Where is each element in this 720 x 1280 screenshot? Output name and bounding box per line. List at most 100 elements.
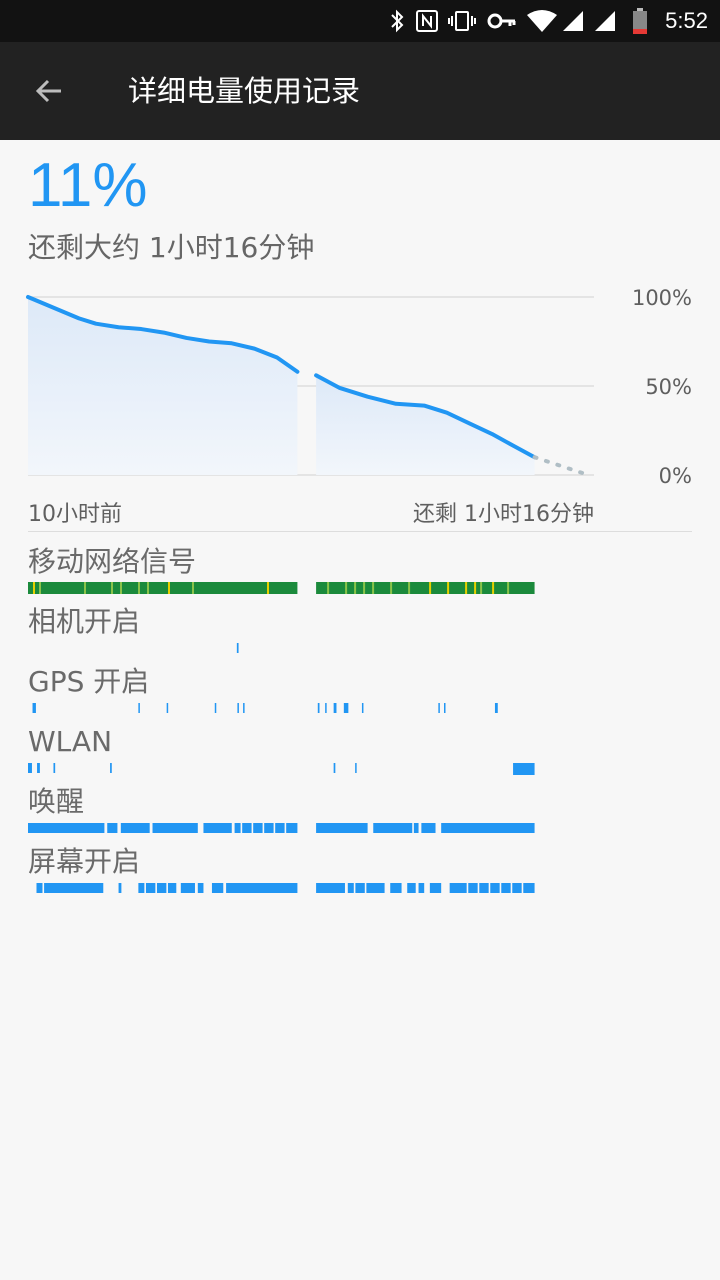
signal-variation — [84, 582, 86, 594]
track-event — [355, 763, 357, 773]
page-title: 详细电量使用记录 — [128, 74, 361, 108]
track-label: WLAN — [28, 725, 113, 758]
track-event — [237, 703, 239, 713]
track-label: GPS 开启 — [28, 665, 150, 698]
back-arrow-icon — [35, 79, 61, 103]
y-tick-label: 50% — [645, 375, 692, 399]
vibrate-icon — [446, 0, 478, 42]
track-event — [138, 883, 177, 893]
track-event-gap — [466, 883, 469, 893]
vpn-key-icon — [486, 0, 518, 42]
track-event — [444, 703, 446, 713]
track-event — [421, 823, 436, 833]
track-event-gap — [273, 823, 276, 833]
series-area — [28, 297, 298, 475]
track-event — [118, 883, 122, 893]
signal-variation — [192, 582, 194, 594]
track-event — [138, 703, 140, 713]
signal-variation — [447, 582, 450, 594]
app-bar: 详细电量使用记录 — [0, 42, 720, 140]
track-event-gap — [488, 883, 491, 893]
track-bar — [36, 883, 535, 893]
x-axis-end-label: 还剩 1小时16分钟 — [413, 502, 594, 527]
y-tick-label: 100% — [632, 286, 692, 310]
track-event — [53, 763, 56, 773]
bluetooth-icon — [386, 0, 408, 42]
signal-variation — [111, 582, 113, 594]
track-event — [120, 823, 150, 833]
signal-icon — [592, 0, 618, 42]
track-event — [513, 763, 535, 775]
track-bar — [236, 643, 239, 653]
track-event — [333, 763, 336, 773]
signal-variation — [354, 582, 357, 594]
track-event-gap — [262, 823, 265, 833]
signal-variation — [120, 582, 122, 594]
track-event — [441, 823, 535, 833]
signal-variation — [429, 582, 432, 594]
track-event — [407, 883, 416, 893]
track-event-gap — [42, 883, 45, 893]
track-event-gap — [412, 823, 414, 833]
track-event-gap — [477, 883, 480, 893]
back-button[interactable] — [22, 64, 76, 118]
battery-low-icon — [628, 0, 652, 42]
track-label: 相机开启 — [28, 605, 141, 638]
signal-variation — [168, 582, 170, 594]
track-event — [438, 703, 440, 713]
track-event — [390, 883, 402, 893]
signal-variation — [138, 582, 140, 594]
track-event — [28, 823, 105, 833]
track-event — [197, 883, 204, 893]
signal-variation — [327, 582, 330, 594]
track-event — [166, 703, 169, 713]
remaining-time: 还剩大约 1小时16分钟 — [28, 231, 315, 264]
track-event-gap — [251, 823, 254, 833]
y-tick-label: 0% — [659, 464, 692, 488]
track-event — [32, 703, 36, 713]
track-event — [361, 703, 364, 713]
signal-variation — [39, 582, 41, 594]
track-event-gap — [521, 883, 524, 893]
track-event — [211, 883, 224, 893]
signal-variation — [267, 582, 269, 594]
signal-variation — [465, 582, 468, 594]
track-label: 移动网络信号 — [28, 545, 197, 578]
track-event-gap — [144, 883, 146, 893]
status-bar: 5:52 — [0, 0, 720, 42]
signal-variation — [480, 582, 483, 594]
signal-segment — [316, 582, 535, 594]
track-event — [316, 823, 368, 833]
nfc-icon — [414, 0, 440, 42]
track-event — [234, 823, 298, 833]
track-event — [343, 703, 349, 713]
track-event — [333, 703, 337, 713]
track-event-gap — [510, 883, 513, 893]
track-event — [226, 883, 298, 893]
track-event — [494, 703, 498, 713]
track-event — [214, 703, 217, 713]
track-bar — [28, 763, 535, 775]
signal-variation — [33, 582, 35, 594]
signal-variation — [390, 582, 393, 594]
status-time: 5:52 — [665, 8, 708, 33]
signal-variation — [372, 582, 375, 594]
signal-variation — [492, 582, 495, 594]
track-event — [110, 763, 112, 773]
track-event — [418, 883, 425, 893]
track-event — [37, 763, 40, 773]
divider — [28, 531, 692, 532]
track-event — [28, 763, 32, 773]
track-event — [152, 823, 198, 833]
projection-line — [532, 455, 591, 477]
track-event — [373, 823, 419, 833]
signal-variation — [147, 582, 149, 594]
track-bar — [28, 823, 535, 833]
signal-variation — [345, 582, 348, 594]
track-event — [236, 643, 239, 653]
track-event — [316, 883, 345, 893]
signal-variation — [507, 582, 510, 594]
track-event — [317, 703, 320, 713]
signal-variation — [474, 582, 477, 594]
track-event-gap — [353, 883, 356, 893]
